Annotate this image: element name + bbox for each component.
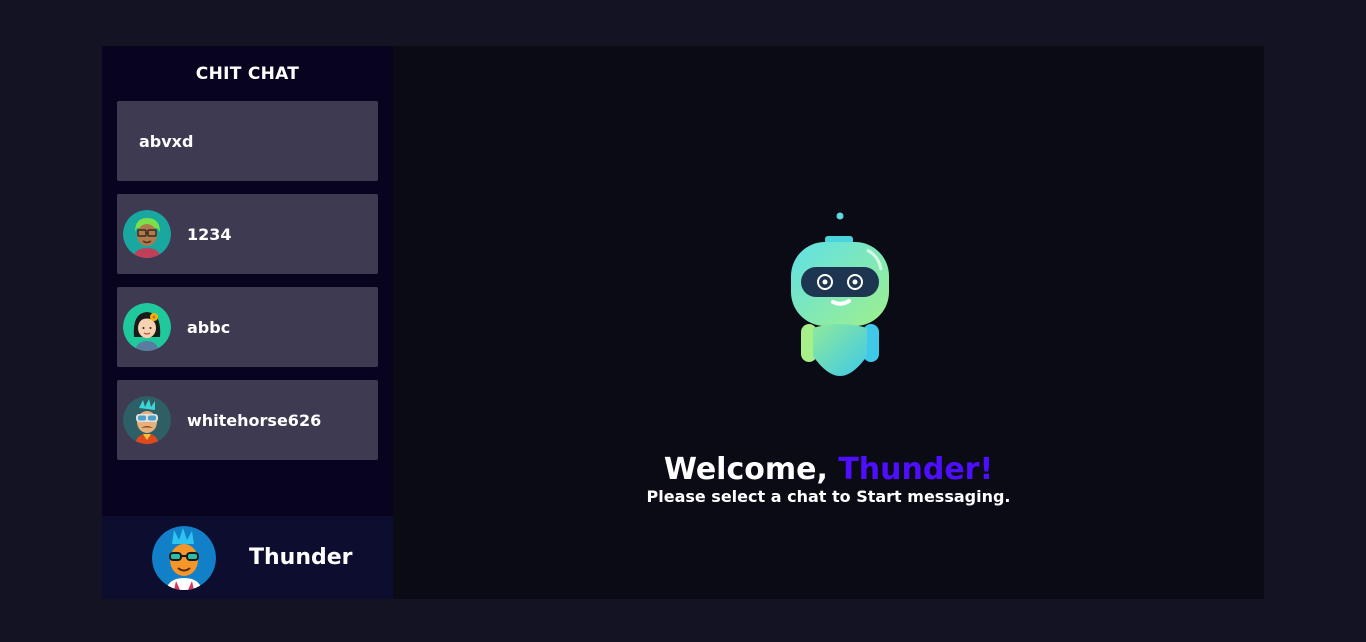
chat-container: CHIT CHAT abvxd 1234 abbc whitehorse626 …: [102, 46, 1264, 599]
contact-name: abbc: [187, 317, 231, 337]
contact-name: abvxd: [139, 131, 194, 151]
contact-name: whitehorse626: [187, 410, 322, 430]
current-username: Thunder: [249, 545, 353, 570]
contact-list: abvxd 1234 abbc whitehorse626: [102, 101, 393, 460]
contact-name: 1234: [187, 224, 232, 244]
brand-title: CHIT CHAT: [195, 63, 300, 84]
blue-hair-sunglasses-avatar-icon[interactable]: [152, 525, 216, 590]
contact-item[interactable]: whitehorse626: [117, 380, 378, 460]
goggles-mustache-avatar-icon: [123, 396, 171, 444]
robot-illustration-icon: [791, 212, 889, 376]
contact-item[interactable]: abvxd: [117, 101, 378, 181]
welcome-panel: Welcome, Thunder! Please select a chat t…: [393, 46, 1264, 599]
contacts-sidebar: CHIT CHAT abvxd 1234 abbc whitehorse626 …: [102, 46, 393, 599]
girl-flower-avatar-icon: [123, 303, 171, 351]
welcome-prefix: Welcome,: [663, 452, 828, 487]
green-hair-glasses-avatar-icon: [123, 210, 171, 258]
current-user-panel: Thunder: [102, 516, 393, 599]
welcome-username: Thunder!: [838, 452, 994, 487]
contact-item[interactable]: 1234: [117, 194, 378, 274]
contact-item[interactable]: abbc: [117, 287, 378, 367]
welcome-heading: Welcome, Thunder!: [393, 450, 1264, 490]
welcome-subtitle: Please select a chat to Start messaging.: [646, 487, 1011, 506]
